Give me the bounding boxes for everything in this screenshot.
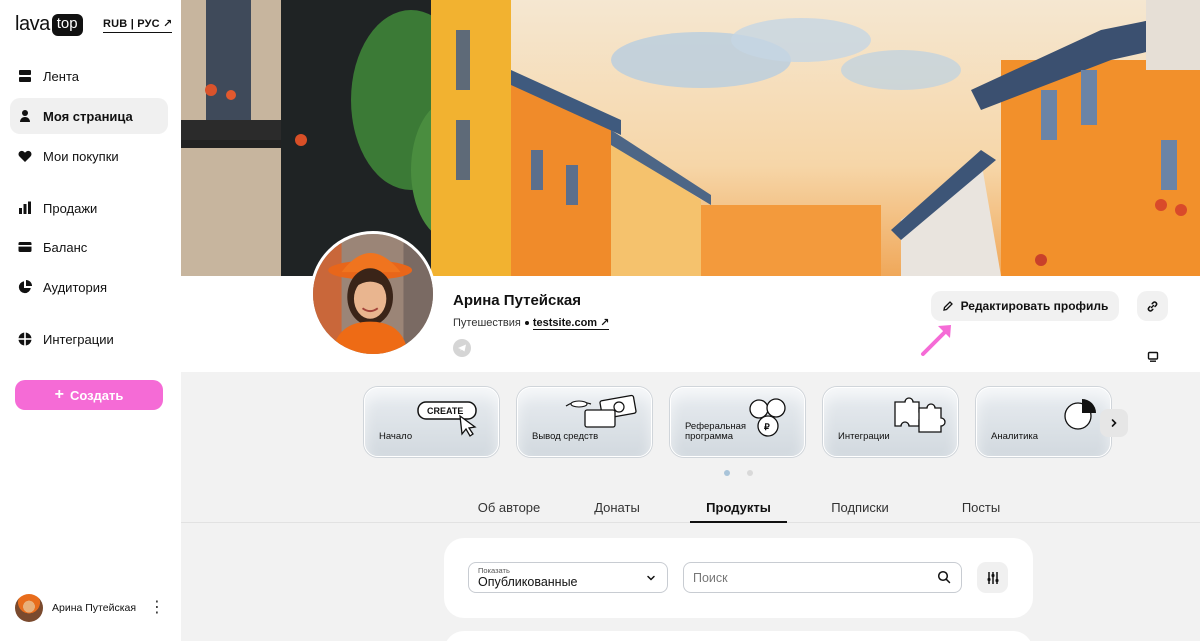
show-select-caption: Показать bbox=[478, 566, 510, 575]
sidebar-item-label: Аудитория bbox=[43, 279, 108, 295]
telegram-icon[interactable] bbox=[453, 339, 471, 357]
avatar bbox=[15, 594, 43, 622]
currency-language-switch[interactable]: RUB | РУС ↗ bbox=[103, 17, 173, 33]
chevron-down-icon bbox=[647, 575, 655, 581]
pencil-icon bbox=[942, 301, 953, 311]
separator-dot bbox=[524, 321, 529, 325]
logo[interactable]: lava top bbox=[15, 13, 83, 36]
create-badge-text: CREATE bbox=[427, 406, 463, 416]
more-options-icon[interactable]: ⋮ bbox=[149, 600, 165, 616]
integrations-icon bbox=[18, 332, 32, 346]
heart-icon bbox=[18, 150, 32, 162]
coins-icon: ₽ bbox=[749, 398, 786, 437]
sliders-icon bbox=[987, 571, 998, 584]
sidebar-item-feed[interactable]: Лента bbox=[10, 58, 168, 94]
card-start[interactable]: CREATE Начало bbox=[364, 387, 499, 457]
page-dot-active[interactable] bbox=[724, 470, 730, 476]
tab-donations[interactable]: Донаты bbox=[581, 492, 653, 523]
card-integrations[interactable]: Интеграции bbox=[823, 387, 958, 457]
chevron-right-icon bbox=[1111, 419, 1117, 427]
edit-profile-button[interactable]: Редактировать профиль bbox=[931, 291, 1119, 321]
sidebar-item-label: Интеграции bbox=[43, 331, 114, 347]
tab-about[interactable]: Об авторе bbox=[451, 492, 567, 523]
tab-subscriptions[interactable]: Подписки bbox=[817, 492, 903, 523]
copy-link-button[interactable] bbox=[1137, 291, 1168, 321]
profile-subtitle: Путешествия testsite.com ↗ bbox=[453, 316, 610, 330]
create-button-label: Создать bbox=[69, 387, 124, 403]
sidebar-item-label: Баланс bbox=[43, 239, 88, 255]
card-label: Аналитика bbox=[991, 431, 1039, 442]
monitor-icon bbox=[1147, 351, 1158, 362]
feed-icon bbox=[19, 70, 31, 82]
card-icon bbox=[18, 242, 32, 252]
edit-profile-label: Редактировать профиль bbox=[960, 299, 1109, 313]
pie-icon bbox=[1064, 399, 1096, 430]
search-icon bbox=[937, 570, 951, 584]
logo-word: lava bbox=[15, 13, 50, 35]
sidebar-item-balance[interactable]: Баланс bbox=[10, 229, 168, 265]
cover-image bbox=[181, 0, 1200, 276]
external-link-icon: ↗ bbox=[600, 317, 610, 329]
tab-posts[interactable]: Посты bbox=[951, 492, 1011, 523]
sidebar-item-label: Моя страница bbox=[43, 108, 133, 124]
link-icon bbox=[1147, 300, 1158, 312]
card-withdraw[interactable]: Вывод средств bbox=[517, 387, 652, 457]
products-list-panel bbox=[444, 631, 1033, 641]
search-input[interactable] bbox=[683, 562, 962, 593]
sidebar-item-purchases[interactable]: Мои покупки bbox=[10, 138, 168, 174]
logo-badge: top bbox=[51, 13, 83, 36]
sidebar-item-sales[interactable]: Продажи bbox=[10, 190, 168, 226]
card-label: Вывод средств bbox=[532, 431, 599, 442]
profile-name: Арина Путейская bbox=[453, 292, 581, 309]
plus-icon: + bbox=[54, 386, 64, 403]
current-user[interactable]: Арина Путейская ⋮ bbox=[15, 594, 165, 622]
card-analytics[interactable]: Аналитика bbox=[976, 387, 1111, 457]
page-dot[interactable] bbox=[747, 470, 753, 476]
tab-products[interactable]: Продукты bbox=[690, 492, 787, 523]
sidebar-item-audience[interactable]: Аудитория bbox=[10, 269, 168, 305]
profile-site-link[interactable]: testsite.com ↗ bbox=[532, 316, 610, 330]
pointer-arrow-icon bbox=[921, 325, 951, 356]
sidebar-item-integrations[interactable]: Интеграции bbox=[10, 321, 168, 357]
profile-site-text: testsite.com bbox=[532, 317, 598, 329]
pie-chart-icon bbox=[18, 280, 32, 294]
profile-tabs: Об авторе Донаты Продукты Подписки Посты bbox=[181, 492, 1200, 523]
card-referral[interactable]: ₽ Реферальная программа bbox=[670, 387, 805, 457]
money-icon bbox=[565, 394, 637, 428]
carousel-next-button[interactable] bbox=[1100, 409, 1128, 437]
card-label: Реферальная программа bbox=[685, 421, 747, 442]
bar-chart-icon bbox=[19, 201, 31, 214]
sidebar-item-label: Мои покупки bbox=[43, 148, 119, 164]
svg-text:₽: ₽ bbox=[764, 422, 770, 432]
create-button-icon: CREATE bbox=[417, 401, 477, 437]
person-icon bbox=[20, 110, 30, 122]
preview-button[interactable] bbox=[1137, 342, 1168, 372]
filter-settings-button[interactable] bbox=[977, 562, 1008, 593]
carousel-pagination bbox=[724, 470, 753, 476]
user-name: Арина Путейская bbox=[52, 602, 137, 614]
puzzle-icon bbox=[894, 397, 946, 433]
sidebar-item-label: Лента bbox=[43, 68, 79, 84]
sidebar-item-my-page[interactable]: Моя страница bbox=[10, 98, 168, 134]
show-select[interactable]: Показать Опубликованные bbox=[468, 562, 668, 593]
show-select-value: Опубликованные bbox=[478, 575, 578, 589]
sidebar: lava top RUB | РУС ↗ Лента Моя страница … bbox=[0, 0, 181, 641]
card-label: Начало bbox=[379, 431, 413, 442]
sidebar-item-label: Продажи bbox=[43, 200, 98, 216]
profile-avatar[interactable] bbox=[310, 231, 436, 357]
create-button[interactable]: + Создать bbox=[15, 380, 163, 410]
card-label: Интеграции bbox=[838, 431, 890, 442]
profile-category: Путешествия bbox=[453, 317, 521, 329]
